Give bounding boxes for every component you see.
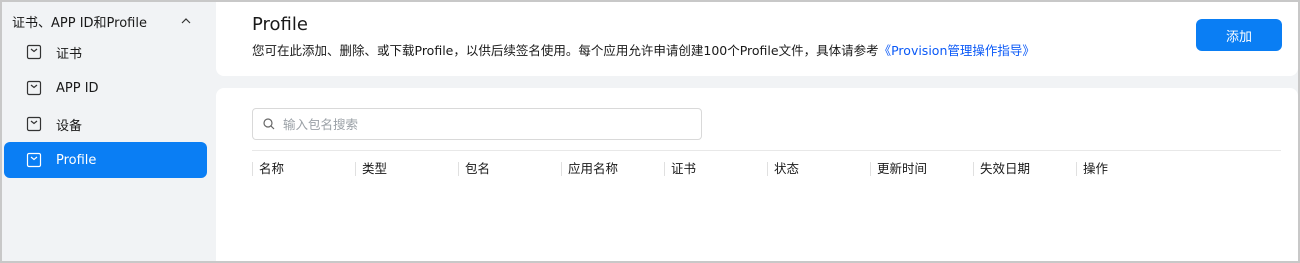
- add-button[interactable]: 添加: [1196, 19, 1282, 51]
- description-text: 您可在此添加、删除、或下载Profile，以供后续签名使用。每个应用允许申请创建…: [252, 43, 879, 58]
- column-header-type: 类型: [355, 161, 458, 176]
- provision-guide-link[interactable]: 《Provision管理操作指导》: [879, 43, 1035, 58]
- folder-icon: [26, 80, 42, 96]
- table-header: 名称 类型 包名 应用名称 证书 状态 更新时间 失效日期 操作: [252, 150, 1281, 186]
- search-input[interactable]: [283, 116, 683, 132]
- search-icon: [263, 115, 275, 134]
- sidebar-item-certificate[interactable]: 证书: [4, 34, 207, 70]
- column-header-certificate: 证书: [664, 161, 767, 176]
- main-content: Profile 您可在此添加、删除、或下载Profile，以供后续签名使用。每个…: [216, 2, 1298, 261]
- page-description: 您可在此添加、删除、或下载Profile，以供后续签名使用。每个应用允许申请创建…: [252, 40, 1282, 59]
- sidebar-item-profile[interactable]: Profile: [4, 142, 207, 178]
- column-header-name: 名称: [252, 161, 355, 176]
- folder-icon: [26, 44, 42, 60]
- chevron-up-icon[interactable]: [180, 15, 192, 27]
- sidebar-group-header[interactable]: 证书、APP ID和Profile: [2, 8, 216, 34]
- folder-icon: [26, 152, 42, 168]
- app-frame: 证书、APP ID和Profile 证书 APP ID 设备 Profile P…: [0, 0, 1300, 263]
- column-header-expiry: 失效日期: [973, 161, 1076, 176]
- content-card: 名称 类型 包名 应用名称 证书 状态 更新时间 失效日期 操作: [216, 88, 1298, 261]
- column-header-status: 状态: [767, 161, 870, 176]
- column-header-updated: 更新时间: [870, 161, 973, 176]
- sidebar-group-title: 证书、APP ID和Profile: [12, 15, 147, 31]
- sidebar-item-label: 证书: [56, 46, 83, 62]
- sidebar-item-label: APP ID: [56, 80, 99, 96]
- sidebar: 证书、APP ID和Profile 证书 APP ID 设备 Profile: [2, 2, 216, 261]
- sidebar-item-app-id[interactable]: APP ID: [4, 70, 207, 106]
- sidebar-item-label: 设备: [56, 118, 83, 134]
- header-card: Profile 您可在此添加、删除、或下载Profile，以供后续签名使用。每个…: [216, 2, 1298, 76]
- search-box[interactable]: [252, 108, 702, 140]
- sidebar-item-label: Profile: [56, 152, 97, 168]
- folder-icon: [26, 116, 42, 132]
- column-header-package: 包名: [458, 161, 561, 176]
- column-header-actions: 操作: [1076, 161, 1179, 176]
- sidebar-item-device[interactable]: 设备: [4, 106, 207, 142]
- page-title: Profile: [252, 14, 308, 35]
- column-header-app-name: 应用名称: [561, 161, 664, 176]
